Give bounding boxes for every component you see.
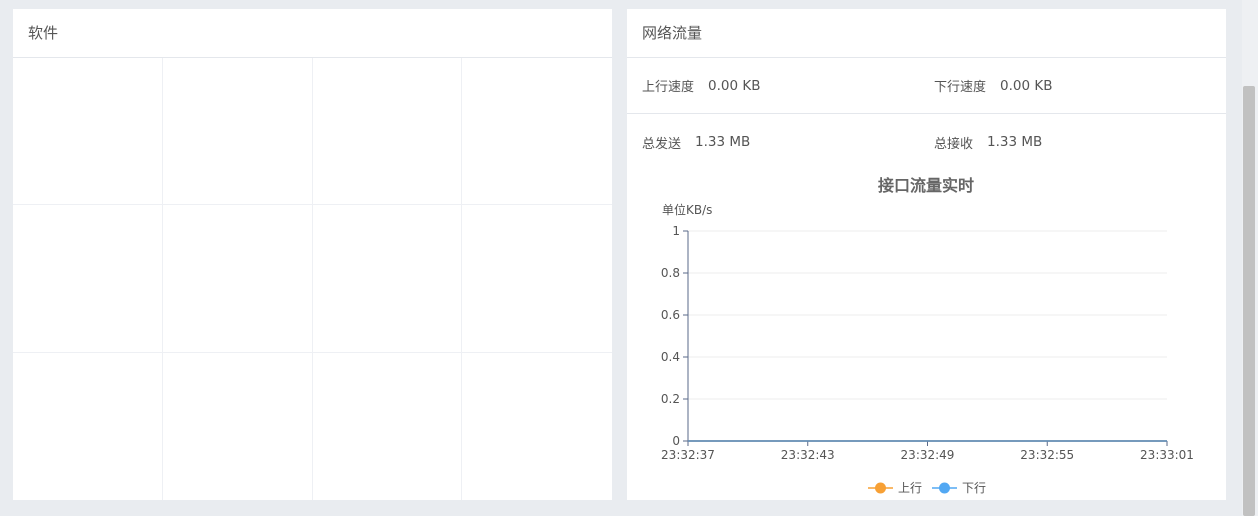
legend-label-download: 下行: [962, 481, 986, 495]
chart-y-unit-label: 单位KB/s: [662, 202, 712, 217]
chart-y-tick-label: 0.2: [661, 392, 680, 406]
software-grid-cell[interactable]: [163, 352, 313, 500]
upload-speed-value: 0.00 KB: [708, 77, 761, 94]
chart-title: 接口流量实时: [878, 176, 974, 195]
traffic-chart-area: 接口流量实时单位KB/s 0 0.2 0.4 0.6 0.8 1 23:32:37 23:32:…: [627, 170, 1226, 500]
total-received-label: 总接收: [934, 136, 974, 152]
chart-y-tick-label: 0.6: [661, 308, 680, 322]
software-grid: [13, 58, 612, 500]
software-grid-cell[interactable]: [162, 58, 313, 206]
software-grid-cell[interactable]: [462, 205, 612, 353]
chart-x-tick-label: 23:32:55: [1020, 448, 1074, 462]
software-grid-cell[interactable]: [312, 58, 463, 206]
total-received-value: 1.33 MB: [987, 134, 1043, 150]
legend-marker-upload: [875, 482, 886, 494]
total-received-stat: 总接收 1.33 MB: [934, 133, 1226, 152]
network-panel: 网络流量 上行速度 0.00 KB 下行速度 0.00 KB 总发送 1.33 …: [627, 9, 1226, 500]
legend-marker-download: [939, 482, 950, 494]
download-speed-value: 0.00 KB: [1000, 77, 1053, 94]
chart-x-tick-label: 23:32:43: [781, 448, 835, 462]
chart-y-tick-label: 1: [672, 224, 680, 238]
software-panel-title: 软件: [13, 9, 612, 58]
total-sent-value: 1.33 MB: [695, 134, 751, 150]
traffic-chart: 接口流量实时单位KB/s 0 0.2 0.4 0.6 0.8 1 23:32:37 23:32:…: [661, 176, 1194, 495]
speed-row: 上行速度 0.00 KB 下行速度 0.00 KB: [627, 58, 1226, 114]
totals-row: 总发送 1.33 MB 总接收 1.33 MB: [627, 114, 1226, 170]
network-panel-title: 网络流量: [627, 9, 1226, 58]
total-sent-label: 总发送: [642, 136, 682, 152]
total-sent-stat: 总发送 1.33 MB: [642, 133, 934, 152]
chart-y-tick-label: 0.8: [661, 266, 680, 280]
scrollbar-thumb[interactable]: [1243, 86, 1255, 516]
software-grid-cell[interactable]: [462, 353, 612, 500]
software-grid-cell[interactable]: [13, 205, 163, 353]
upload-speed-stat: 上行速度 0.00 KB: [642, 76, 934, 96]
software-grid-cell[interactable]: [312, 205, 463, 353]
software-grid-cell[interactable]: [13, 58, 163, 206]
chart-x-tick-label: 23:32:49: [901, 448, 955, 462]
software-grid-cell[interactable]: [313, 352, 463, 500]
software-grid-cell[interactable]: [13, 352, 163, 500]
download-speed-label: 下行速度: [934, 80, 987, 95]
chart-x-tick-label: 23:32:37: [661, 448, 715, 462]
chart-y-tick-label: 0.4: [661, 350, 680, 364]
software-grid-cell[interactable]: [462, 58, 612, 206]
software-panel: 软件: [13, 9, 612, 500]
upload-speed-label: 上行速度: [642, 80, 695, 95]
legend-label-upload: 上行: [898, 481, 922, 495]
software-grid-cell[interactable]: [162, 205, 313, 353]
chart-y-tick-label: 0: [672, 434, 680, 448]
chart-x-tick-label: 23:33:01: [1140, 448, 1194, 462]
download-speed-stat: 下行速度 0.00 KB: [934, 76, 1226, 96]
